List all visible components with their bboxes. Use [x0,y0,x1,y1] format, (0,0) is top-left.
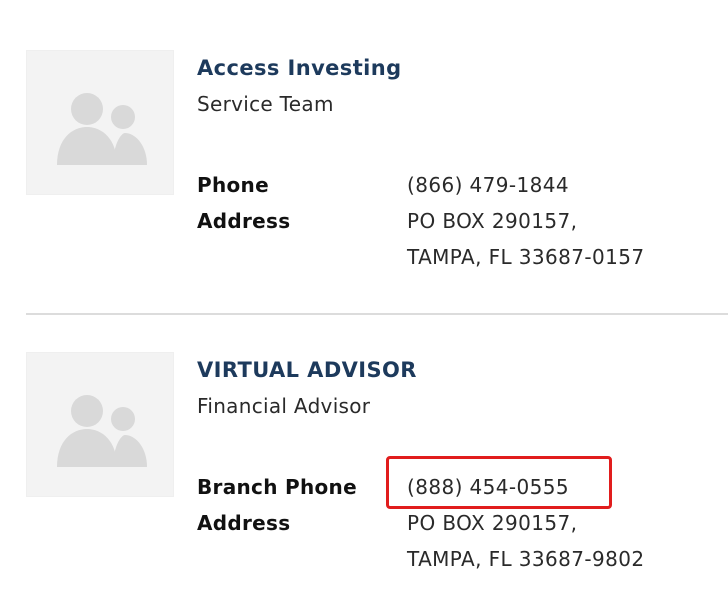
contact-name[interactable]: VIRTUAL ADVISOR [197,358,417,382]
contact-card-access-investing: Access Investing Service Team Phone (866… [0,0,728,300]
address-line-1: PO BOX 290157, [407,511,578,535]
contact-name[interactable]: Access Investing [197,56,402,80]
highlight-annotation-box [386,456,612,509]
phone-value[interactable]: (866) 479-1844 [407,173,569,197]
contact-role: Financial Advisor [197,394,371,418]
avatar-placeholder [26,50,174,195]
address-line-2: TAMPA, FL 33687-9802 [407,547,645,571]
contact-role: Service Team [197,92,334,116]
people-placeholder-icon [57,93,147,165]
address-line-1: PO BOX 290157, [407,209,578,233]
contact-card-virtual-advisor: VIRTUAL ADVISOR Financial Advisor Branch… [0,302,728,602]
address-line-2: TAMPA, FL 33687-0157 [407,245,645,269]
branch-phone-label: Branch Phone [197,475,357,499]
address-label: Address [197,209,291,233]
address-label: Address [197,511,291,535]
people-placeholder-icon [57,395,147,467]
avatar-placeholder [26,352,174,497]
phone-label: Phone [197,173,269,197]
